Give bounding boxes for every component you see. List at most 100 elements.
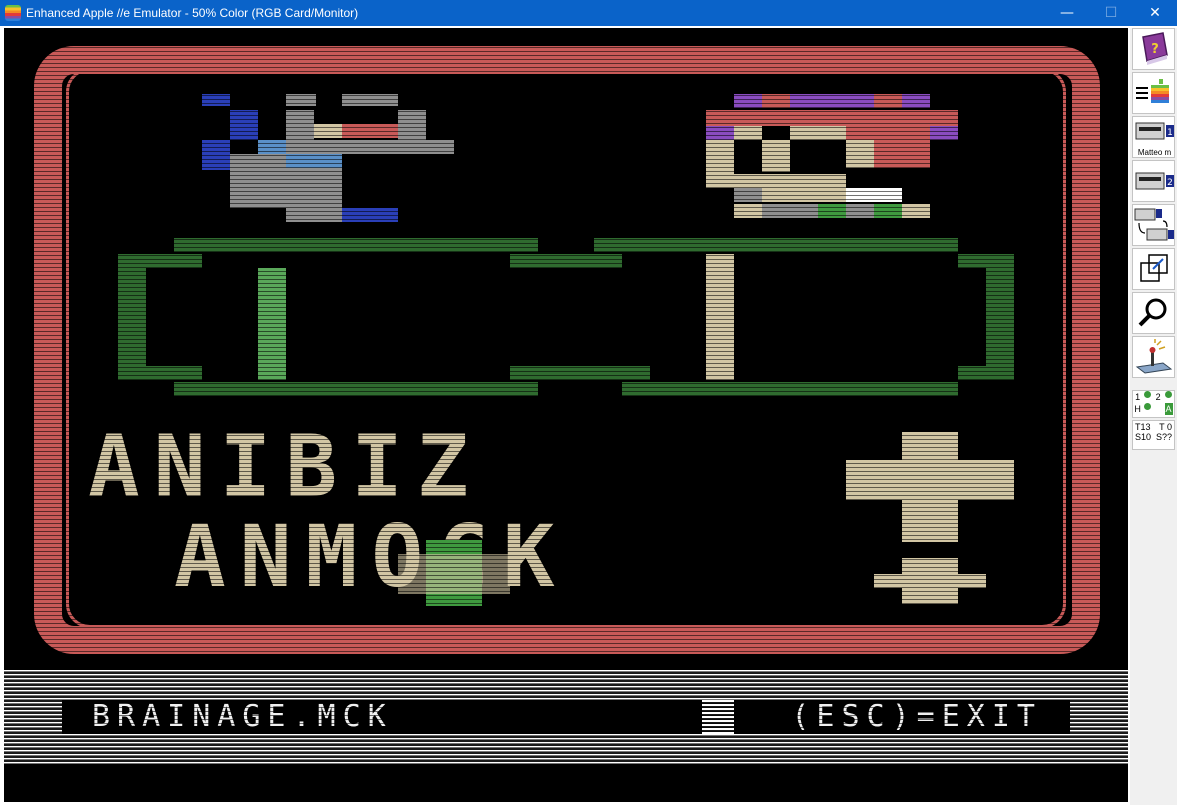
led-a-label: A — [1164, 403, 1173, 415]
drive2-icon: 2 — [1135, 172, 1174, 190]
pixel-art-block — [342, 208, 398, 222]
harddisk-led-icon — [1143, 403, 1151, 410]
panel-border — [986, 268, 1014, 380]
pixel-art-block — [734, 204, 762, 218]
pixel-art-block — [818, 204, 846, 218]
tan-meter-bar — [706, 254, 734, 380]
pixel-art-block — [706, 174, 846, 188]
help-button[interactable]: ? — [1132, 28, 1175, 70]
window-controls: — ☐ ✕ — [1045, 0, 1177, 26]
panel-border — [958, 254, 1014, 268]
pixel-art-block — [734, 94, 762, 108]
pixel-art-block — [902, 204, 930, 218]
panel-border — [594, 238, 958, 252]
pixel-art-block — [286, 154, 342, 168]
led-2-label: 2 — [1155, 392, 1161, 402]
pixel-art-block — [762, 188, 846, 202]
status-filename: BRAINAGE.MCK — [92, 699, 393, 734]
emulator-toolbar: ? 1 Matteo m 2 1 2 H A T13 T 0 S10 S?? — [1130, 28, 1177, 805]
plus-decoration — [398, 554, 510, 594]
game-title-line-1: ANIBIZ — [88, 417, 483, 517]
pixel-art-block — [230, 110, 258, 140]
pixel-art-block — [286, 110, 314, 140]
pixel-art-block — [790, 126, 846, 140]
panel-border — [510, 366, 650, 380]
track-0-label: T 0 — [1159, 422, 1172, 432]
track-sector-info: T13 T 0 S10 S?? — [1132, 420, 1175, 450]
pixel-art-block — [734, 188, 762, 202]
apple-logo-icon — [5, 5, 21, 21]
panel-border — [174, 238, 538, 252]
pixel-art-block — [902, 94, 930, 108]
pixel-art-block — [314, 124, 342, 138]
close-button[interactable]: ✕ — [1133, 0, 1177, 26]
svg-text:?: ? — [1151, 42, 1159, 57]
pixel-art-block — [762, 94, 790, 108]
green-meter-bar — [258, 268, 286, 380]
pixel-art-block — [286, 208, 342, 222]
drive-2-led-icon — [1164, 391, 1172, 398]
pixel-art-block — [762, 204, 818, 218]
pixel-art-block — [230, 168, 342, 208]
pixel-art-block — [342, 124, 398, 138]
swap-drives-icon — [1134, 208, 1174, 241]
pixel-art-block — [230, 154, 286, 168]
panel-border — [958, 366, 1014, 380]
panel-border — [118, 366, 202, 380]
drive-1-button[interactable]: 1 Matteo m — [1132, 116, 1175, 158]
drive-2-button[interactable]: 2 — [1132, 160, 1175, 202]
drive-1-label: Matteo m — [1137, 148, 1172, 157]
panel-border — [622, 382, 958, 396]
swap-drives-button[interactable] — [1132, 204, 1175, 246]
debugger-magnifier-icon — [1138, 298, 1167, 327]
apple-menu-icon — [1136, 79, 1169, 103]
pixel-art-block — [874, 94, 902, 108]
pixel-art-block — [706, 110, 958, 126]
settings-joystick-icon — [1135, 339, 1173, 374]
plus-decoration — [846, 460, 1014, 500]
led-h-label: H — [1134, 404, 1141, 414]
maximize-button[interactable]: ☐ — [1089, 0, 1133, 26]
drive-1-led-icon — [1144, 391, 1152, 398]
plus-decoration — [874, 574, 986, 588]
sector-10-label: S10 — [1135, 432, 1152, 442]
emulator-screen[interactable]: ANIBIZ ANMOCK BRAINAGE.MCK (ESC)=EXIT — [4, 28, 1128, 802]
fullscreen-button[interactable] — [1132, 248, 1175, 290]
pixel-art-block — [874, 204, 902, 218]
window-title: Enhanced Apple //e Emulator - 50% Color … — [26, 6, 359, 20]
minimize-button[interactable]: — — [1045, 0, 1089, 26]
pixel-art-block — [790, 94, 874, 108]
status-bar: BRAINAGE.MCK (ESC)=EXIT — [62, 700, 1070, 734]
sector-unknown-label: S?? — [1155, 432, 1172, 442]
status-area: BRAINAGE.MCK (ESC)=EXIT — [4, 670, 1128, 764]
status-exit-hint: (ESC)=EXIT — [791, 699, 1042, 734]
pixel-art-block — [734, 126, 762, 140]
panel-border — [510, 254, 622, 268]
pixel-art-block — [762, 140, 790, 172]
pixel-art-block — [846, 204, 874, 218]
title-bar[interactable]: Enhanced Apple //e Emulator - 50% Color … — [0, 0, 1177, 26]
settings-button[interactable] — [1132, 336, 1175, 378]
pixel-art-block — [706, 126, 734, 140]
status-divider — [702, 700, 734, 734]
svg-text:2: 2 — [1167, 178, 1173, 188]
pixel-art-block — [342, 94, 398, 106]
track-13-label: T13 — [1135, 422, 1151, 432]
pixel-art-block — [846, 188, 902, 202]
panel-border — [174, 382, 538, 396]
pixel-art-block — [202, 140, 230, 170]
pixel-art-block — [398, 110, 426, 140]
pixel-art-block — [202, 94, 230, 106]
pixel-art-block — [930, 126, 958, 140]
panel-border — [118, 254, 202, 268]
pixel-art-block — [258, 140, 454, 154]
debugger-button[interactable] — [1132, 292, 1175, 334]
apple-menu-button[interactable] — [1132, 72, 1175, 114]
svg-text:1: 1 — [1167, 128, 1173, 138]
pixel-art-block — [846, 140, 874, 168]
pixel-art-block — [286, 94, 316, 106]
drive1-icon: 1 — [1135, 122, 1174, 140]
pixel-art-block — [258, 140, 286, 154]
help-book-icon: ? — [1142, 32, 1168, 65]
fullscreen-icon — [1140, 254, 1168, 282]
